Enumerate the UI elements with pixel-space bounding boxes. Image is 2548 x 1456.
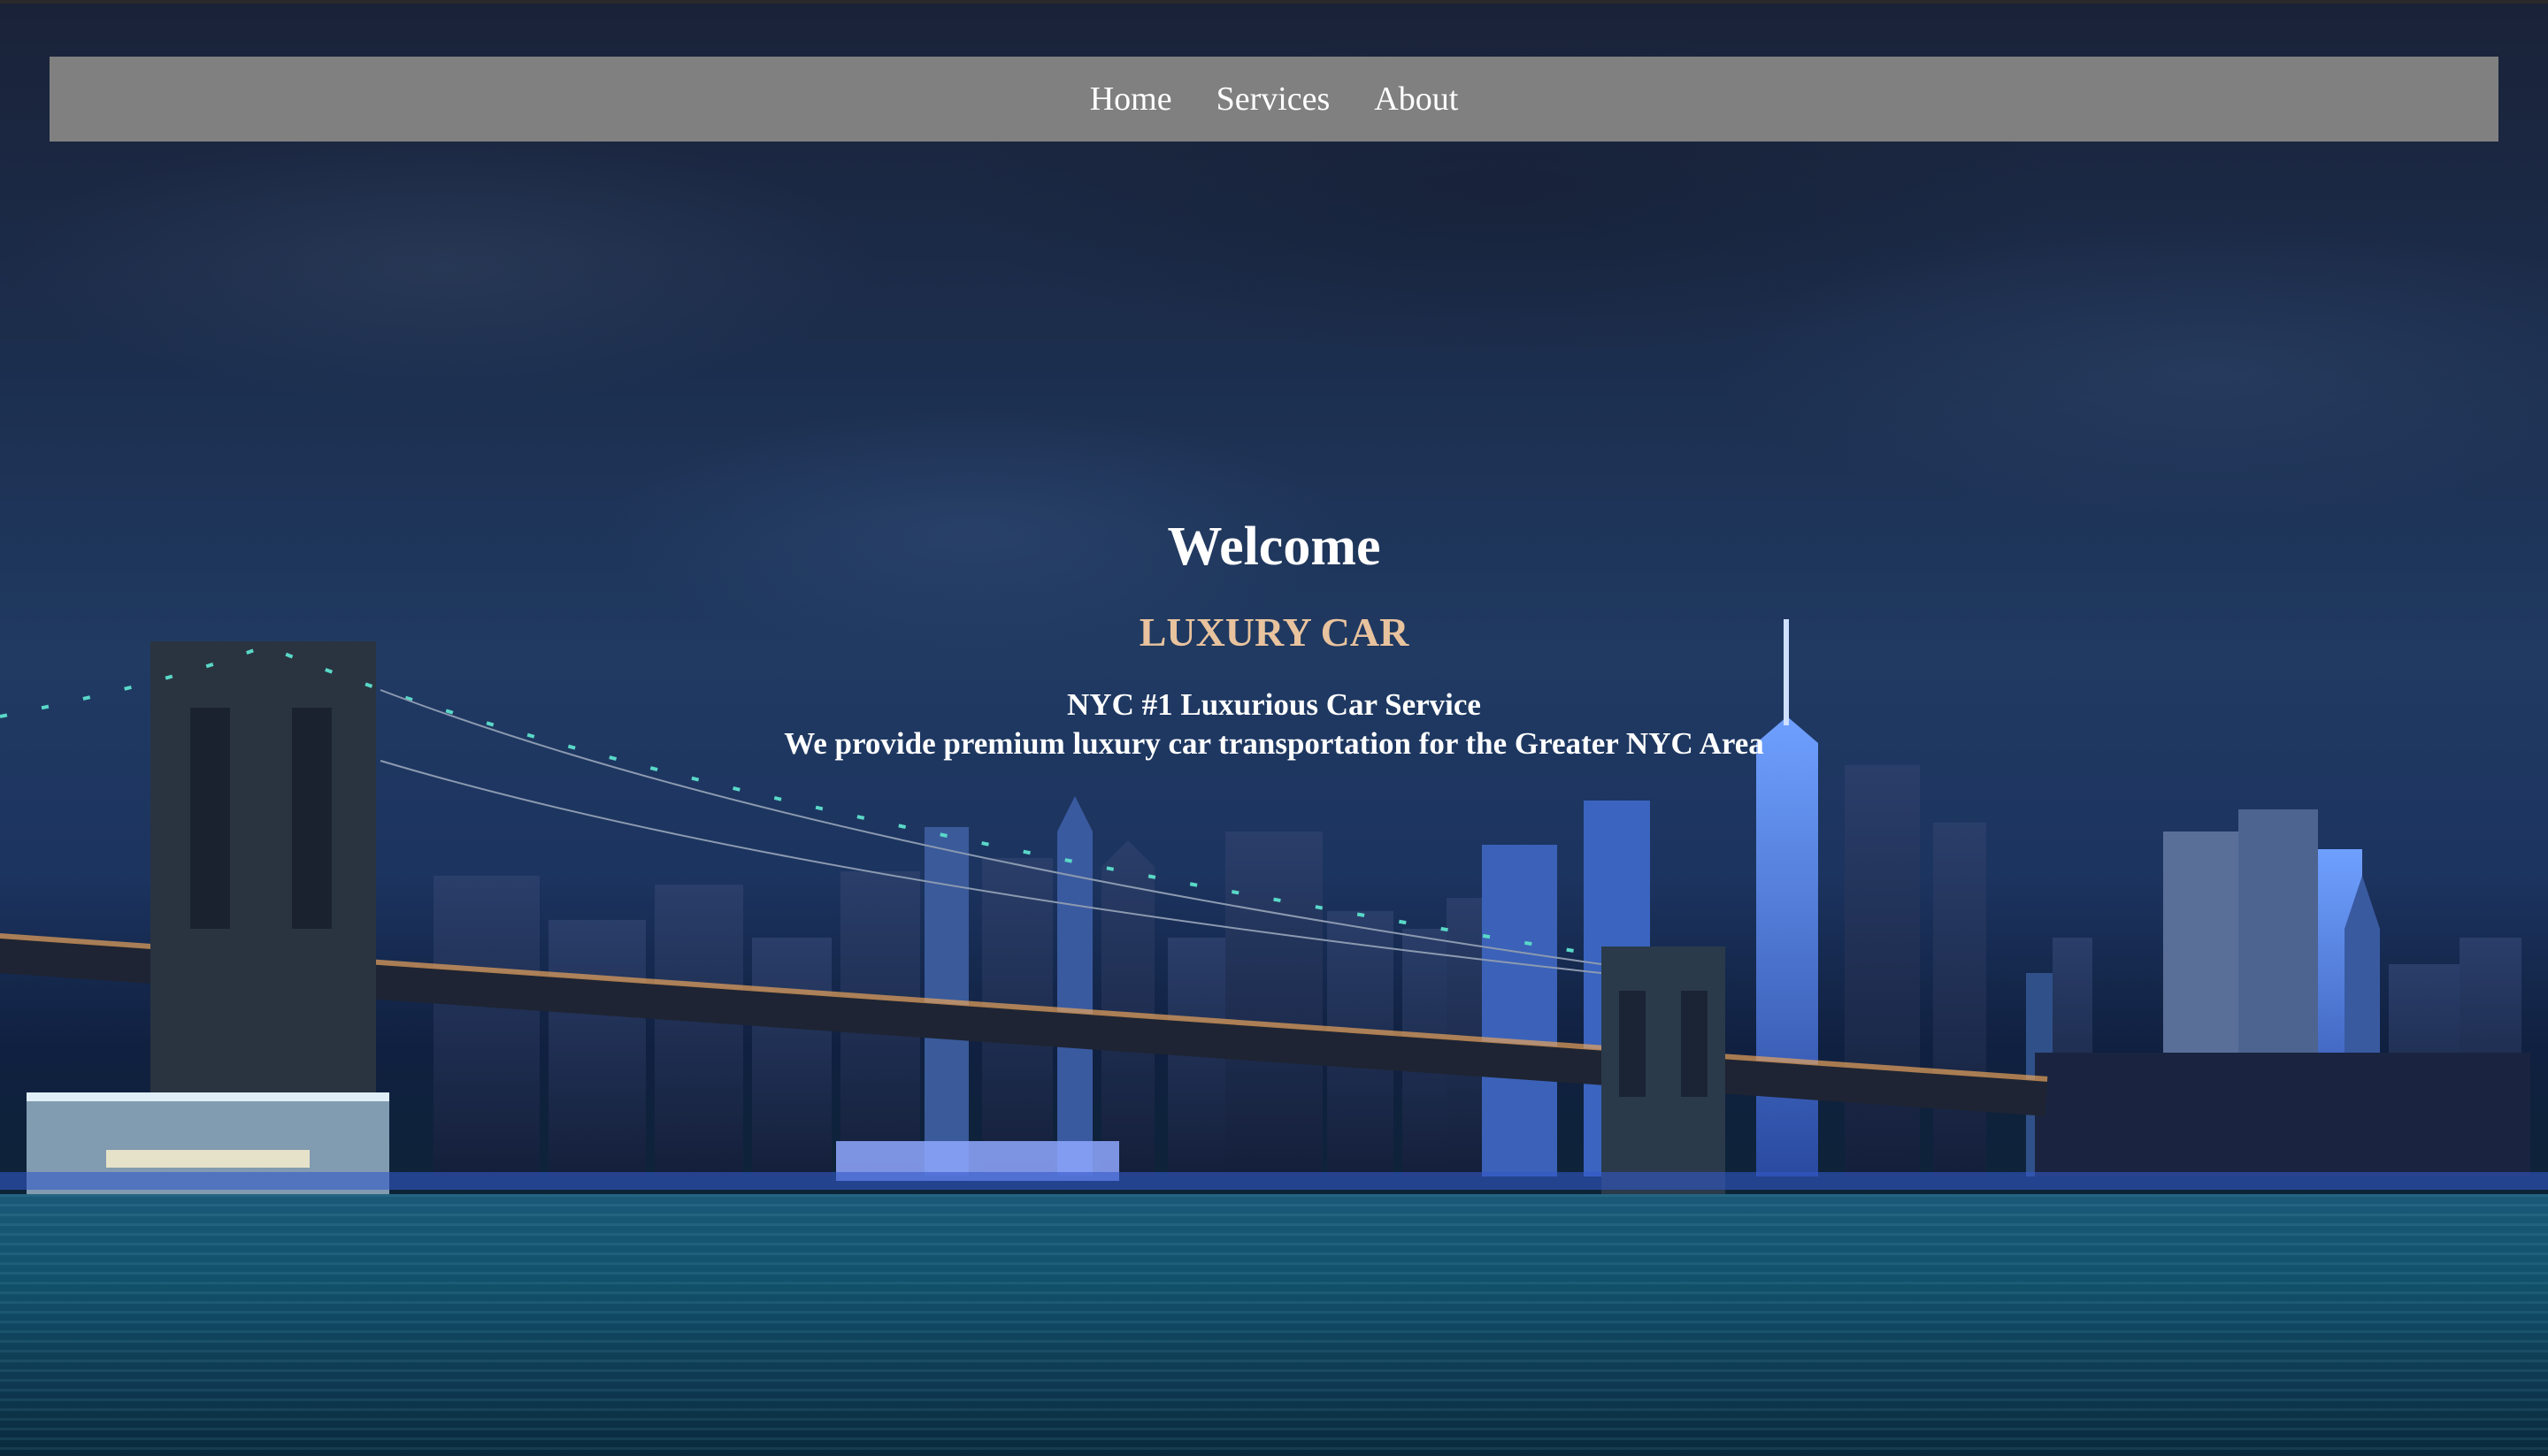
nav-link-home[interactable]: Home [1090, 80, 1172, 119]
nav-link-about[interactable]: About [1374, 80, 1458, 119]
page-root: Home Services About Welcome LUXURY CAR N… [0, 0, 2548, 1456]
hero-title: Welcome [1167, 517, 1381, 577]
hero-section: Welcome LUXURY CAR NYC #1 Luxurious Car … [0, 509, 2548, 763]
top-navbar: Home Services About [50, 57, 2498, 142]
river-water [0, 1194, 2548, 1456]
hero-tagline: NYC #1 Luxurious Car Service [1067, 687, 1481, 722]
nav-link-services[interactable]: Services [1216, 80, 1331, 119]
hero-description: We provide premium luxury car transporta… [784, 726, 1764, 761]
hero-brand-heading: LUXURY CAR [1139, 609, 1409, 655]
